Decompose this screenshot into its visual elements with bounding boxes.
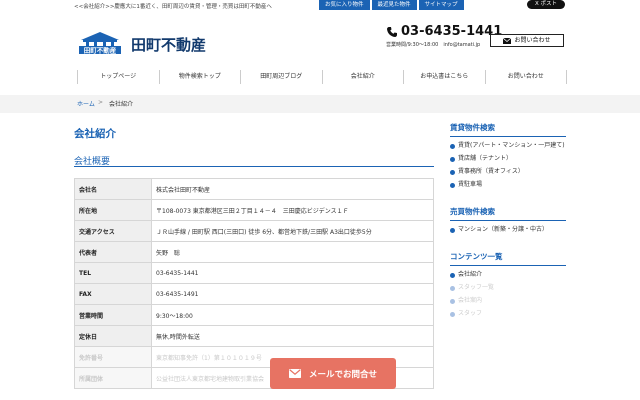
sidebar-item-label: 会社案内 <box>458 297 483 304</box>
sidebar-item-company-guide[interactable]: 会社案内 <box>450 297 566 305</box>
sidebar-item-label: スタッフ <box>458 310 483 317</box>
sidebar-item-label: 賃事務所（賃オフィス） <box>458 168 524 175</box>
contact-button-label: お問い合わせ <box>514 37 551 44</box>
sidebar-item-label: 貸店舗（テナント） <box>458 155 513 162</box>
phone-number[interactable]: 03-6435-1441 <box>401 24 502 39</box>
nav-blog[interactable]: 田町周辺ブログ <box>241 70 323 84</box>
sidebar-item-rental-shop[interactable]: 貸店舗（テナント） <box>450 155 566 163</box>
sidebar-sale-search: 売買物件検索 マンション（新築・分譲・中古） <box>450 206 566 234</box>
row-value: 03-6435-1491 <box>151 283 434 305</box>
row-value: 〒108-0073 東京都港区三田２丁目１４－４ 三田慶応ビジデンス１Ｆ <box>151 199 434 221</box>
company-name: 田町不動産 <box>131 36 207 54</box>
row-value: 矢野 聡 <box>151 241 434 263</box>
row-label: 所属団体 <box>74 367 152 389</box>
top-buttons: お気に入り物件 最近見た物件 サイトマップ <box>319 0 464 10</box>
favorites-button[interactable]: お気に入り物件 <box>319 0 370 10</box>
sidebar-item-label: 賃駐車場 <box>458 181 483 188</box>
bullet-icon <box>450 272 455 278</box>
bullet-icon <box>450 227 455 233</box>
row-label: 定休日 <box>74 325 152 347</box>
mail-contact-label: メールでお問合せ <box>308 369 377 380</box>
nav-contact[interactable]: お問い合わせ <box>486 70 567 84</box>
nav-company[interactable]: 会社紹介 <box>323 70 404 84</box>
row-label: 所在地 <box>74 199 152 221</box>
nav-application[interactable]: お申込書はこちら <box>404 70 486 84</box>
mail-contact-button[interactable]: メールでお問合せ <box>270 358 396 389</box>
sidebar-item-rental-housing[interactable]: 賃貸(アパート・マンション・一戸建て) <box>450 142 566 150</box>
business-hours: 営業時間/9:30〜18:00 info@tamati.jp <box>386 42 481 48</box>
top-bar: <<会社紹介>>慶應大に1番近く、田町周辺の賃貸・管理・売買は田町不動産へ お気… <box>0 0 640 12</box>
sidebar-item-mansion[interactable]: マンション（新築・分譲・中古） <box>450 226 566 234</box>
bullet-icon <box>450 143 455 149</box>
sidebar-item-staff-list[interactable]: スタッフ一覧 <box>450 284 566 292</box>
sidebar-rent-search: 賃貸物件検索 賃貸(アパート・マンション・一戸建て) 貸店舗（テナント） 賃事務… <box>450 122 566 189</box>
table-row: 会社名 株式会社田町不動産 <box>74 178 434 200</box>
envelope-icon <box>288 369 301 378</box>
logo-text: 田町不動産 <box>84 46 117 55</box>
row-value: 株式会社田町不動産 <box>151 178 434 200</box>
sidebar-item-label: 会社紹介 <box>458 271 483 278</box>
sidebar-heading: 売買物件検索 <box>450 206 566 221</box>
x-post-button[interactable]: X ポスト <box>527 0 565 9</box>
table-row: 営業時間 9:30〜18:00 <box>74 304 434 326</box>
sidebar: 賃貸物件検索 賃貸(アパート・マンション・一戸建て) 貸店舗（テナント） 賃事務… <box>450 122 566 335</box>
site-tagline: <<会社紹介>>慶應大に1番近く、田町周辺の賃貸・管理・売買は田町不動産へ <box>74 4 272 10</box>
logo-building-icon: 田町不動産 <box>79 32 121 55</box>
recently-viewed-button[interactable]: 最近見た物件 <box>371 0 417 10</box>
row-value: 9:30〜18:00 <box>151 304 434 326</box>
row-label: 免許番号 <box>74 346 152 368</box>
breadcrumb <box>0 95 640 113</box>
breadcrumb-separator: > <box>98 99 104 106</box>
sidebar-item-rental-office[interactable]: 賃事務所（賃オフィス） <box>450 168 566 176</box>
phone-icon <box>387 27 397 37</box>
bullet-icon <box>450 156 455 162</box>
sidebar-item-company[interactable]: 会社紹介 <box>450 271 566 279</box>
nav-top[interactable]: トップページ <box>77 70 160 84</box>
sitemap-button[interactable]: サイトマップ <box>418 0 464 10</box>
table-row: 交通アクセス ＪＲ山手線 / 田町駅 西口(三田口) 徒歩 6分、都営地下鉄/三田… <box>74 220 434 242</box>
sidebar-item-label: マンション（新築・分譲・中古） <box>458 226 549 233</box>
sidebar-item-rental-parking[interactable]: 賃駐車場 <box>450 181 566 189</box>
table-row: TEL 03-6435-1441 <box>74 262 434 284</box>
bullet-icon <box>450 169 455 175</box>
sidebar-heading: コンテンツ一覧 <box>450 251 566 266</box>
sidebar-item-label: 賃貸(アパート・マンション・一戸建て) <box>458 142 565 149</box>
breadcrumb-home[interactable]: ホーム <box>77 99 95 108</box>
sidebar-heading: 賃貸物件検索 <box>450 122 566 137</box>
row-value: 03-6435-1441 <box>151 262 434 284</box>
mail-icon <box>503 37 512 44</box>
section-divider <box>74 166 434 167</box>
breadcrumb-current: 会社紹介 <box>109 101 134 108</box>
row-value: ＪＲ山手線 / 田町駅 西口(三田口) 徒歩 6分、都営地下鉄/三田駅 A3出口… <box>151 220 434 242</box>
bullet-icon <box>450 311 455 317</box>
contact-button[interactable]: お問い合わせ <box>490 34 564 47</box>
row-label: FAX <box>74 283 152 305</box>
row-label: TEL <box>74 262 152 284</box>
table-row: 定休日 無休,時間外転送 <box>74 325 434 347</box>
sidebar-contents: コンテンツ一覧 会社紹介 スタッフ一覧 会社案内 スタッフ <box>450 251 566 318</box>
sidebar-item-label: スタッフ一覧 <box>458 284 495 291</box>
sidebar-item-staff[interactable]: スタッフ <box>450 310 566 318</box>
row-label: 会社名 <box>74 178 152 200</box>
row-label: 営業時間 <box>74 304 152 326</box>
nav-property-search[interactable]: 物件検索トップ <box>160 70 241 84</box>
row-label: 代表者 <box>74 241 152 263</box>
table-row: FAX 03-6435-1491 <box>74 283 434 305</box>
company-logo[interactable]: 田町不動産 <box>77 30 123 55</box>
table-row: 所在地 〒108-0073 東京都港区三田２丁目１４－４ 三田慶応ビジデンス１Ｆ <box>74 199 434 221</box>
main-nav: トップページ 物件検索トップ 田町周辺ブログ 会社紹介 お申込書はこちら お問い… <box>77 70 567 84</box>
bullet-icon <box>450 298 455 304</box>
row-value: 無休,時間外転送 <box>151 325 434 347</box>
bullet-icon <box>450 182 455 188</box>
row-label: 交通アクセス <box>74 220 152 242</box>
table-row: 代表者 矢野 聡 <box>74 241 434 263</box>
bullet-icon <box>450 285 455 291</box>
page-title: 会社紹介 <box>74 128 116 140</box>
